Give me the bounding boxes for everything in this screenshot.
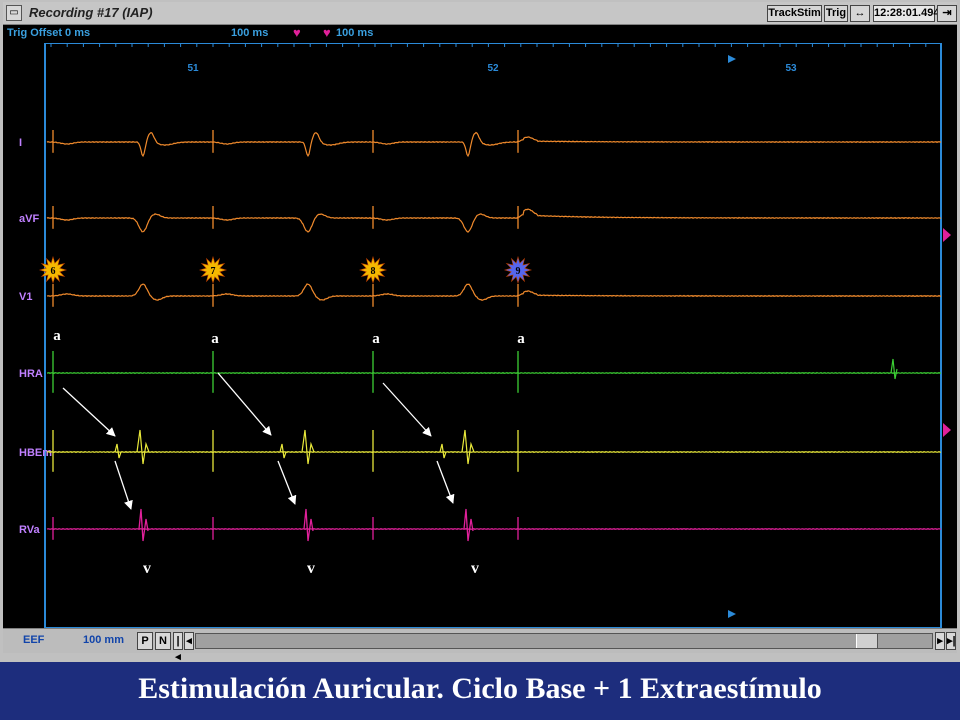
ecg-plot-area[interactable]: 51 52 53 IaVF V1 HRA HBEm RVa 6 7 8 9 a a a a v v v [3,43,957,628]
ventricular-label: v [471,560,479,577]
channel-label: I [19,137,22,149]
stimulus-number: 9 [516,266,521,277]
window-title: Recording #17 (IAP) [29,5,153,20]
heart-icon[interactable]: ♥ [323,25,331,40]
scroll-thumb[interactable] [856,634,878,648]
app-window: ▭ Recording #17 (IAP) TrackStim Trig ↔ 1… [0,0,960,663]
ventricular-label: v [307,560,315,577]
channel-label: HRA [19,368,43,380]
zoom-range-button[interactable]: ↔ [850,5,870,22]
time-mark-label: 53 [785,63,797,74]
system-menu-icon[interactable]: ▭ [6,5,22,21]
atrial-label: a [53,328,61,344]
channel-cursor-icon[interactable] [943,228,951,242]
stimulus-number: 8 [371,266,376,277]
ventricular-label: v [143,560,151,577]
rewind-icon[interactable]: |◂ [173,632,183,663]
info-bar: Trig Offset 0 ms 100 ms ♥ ♥ 100 ms [3,25,957,43]
trackstim-button[interactable]: TrackStim [767,5,822,22]
channel-name: EEF [23,634,45,646]
plot-frame [44,43,942,628]
right-window-label: 100 ms [336,27,374,39]
time-readout: 12:28:01.494 [873,5,939,22]
heart-icon[interactable]: ♥ [293,25,301,40]
ecg-traces: 51 52 53 IaVF V1 HRA HBEm RVa 6 7 8 9 a a a a v v v [19,43,951,628]
time-mark-label: 52 [487,63,499,74]
play-button[interactable]: P [137,632,153,650]
time-scrollbar[interactable] [195,633,933,649]
left-window-label: 100 ms [231,27,269,39]
trace-hbem [46,450,942,454]
channel-cursor-icon[interactable] [943,423,951,437]
forward-icon[interactable]: ▸| [946,632,956,650]
time-mark-label: 51 [187,63,199,74]
cursor-markers [943,228,951,437]
slide-caption: Estimulación Auricular. Ciclo Base + 1 E… [0,662,960,720]
channel-label: RVa [19,524,40,536]
trig-offset-label: Trig Offset 0 ms [7,27,91,39]
atrial-label: a [372,331,380,347]
scroll-left-icon[interactable]: ◂ [184,632,194,650]
step-button[interactable]: ⇥ [937,5,957,22]
channel-label: HBEm [19,447,52,459]
atrial-label: a [211,331,219,347]
trace-rva [46,527,942,531]
channel-label: V1 [19,291,32,303]
channel-label: aVF [19,213,39,225]
trig-button[interactable]: Trig [824,5,848,22]
scroll-right-icon[interactable]: ▸ [935,632,945,650]
sweep-speed: 100 mm [83,634,124,646]
stimulus-number: 6 [51,266,56,277]
trace-hra [47,371,942,375]
title-bar: ▭ Recording #17 (IAP) TrackStim Trig ↔ 1… [3,2,957,25]
playback-bar: EEF 100 mm P N |◂ ◂ ▸ ▸| [3,628,957,663]
atrial-label: a [517,331,525,347]
next-button[interactable]: N [155,632,171,650]
stimulus-number: 7 [211,266,216,277]
